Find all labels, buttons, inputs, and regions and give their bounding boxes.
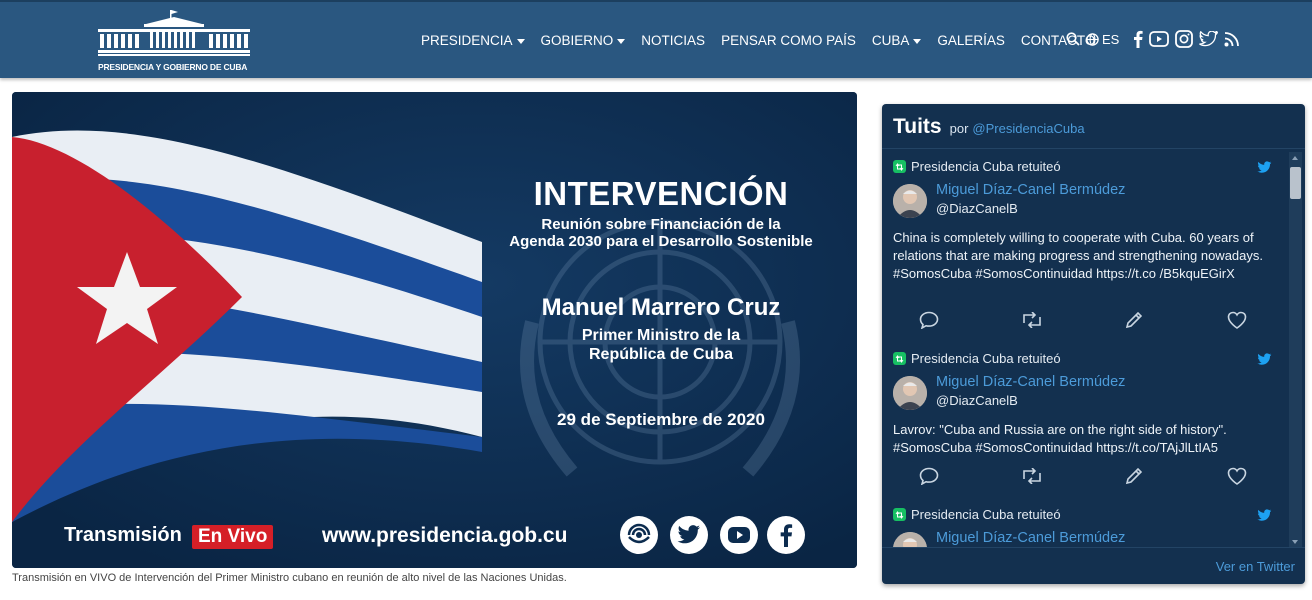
tweet-item[interactable]: Presidencia Cuba retuiteó Miguel Díaz-Ca… [882, 159, 1286, 339]
retweet-label-text: Presidencia Cuba retuiteó [911, 159, 1061, 174]
tweet-actions [918, 309, 1248, 331]
banner-speaker-name: Manuel Marrero Cruz [541, 294, 781, 321]
nav-item-label: PENSAR COMO PAÍS [721, 32, 856, 48]
retweet-icon [893, 352, 906, 365]
twitter-bird-icon[interactable] [1257, 161, 1272, 179]
banner-subtitle-line1: Reunión sobre Financiación de la [541, 216, 781, 233]
retweet-label: Presidencia Cuba retuiteó [893, 351, 1061, 366]
retweet-icon [893, 160, 906, 173]
nav-item-label: CUBA [871, 32, 910, 48]
nav-item-label: NOTICIAS [641, 32, 706, 48]
banner-url: www.presidencia.gob.cu [322, 524, 568, 547]
tweet-feed[interactable]: Presidencia Cuba retuiteó Miguel Díaz-Ca… [882, 148, 1305, 548]
tweet-text: China is completely willing to cooperate… [893, 230, 1263, 281]
twitter-icon[interactable] [1199, 31, 1219, 47]
nav-item-presidencia[interactable]: PRESIDENCIA [421, 33, 525, 48]
retweet-icon [893, 508, 906, 521]
banner-speaker-role: Primer Ministro de la República de Cuba [476, 326, 846, 364]
edit-pencil-icon[interactable] [1123, 465, 1145, 487]
rss-icon[interactable] [1224, 31, 1240, 47]
site-logo[interactable]: PRESIDENCIA Y GOBIERNO DE CUBA [98, 10, 250, 72]
caret-down-icon [516, 38, 525, 44]
nav-item-label: GALERÍAS [937, 32, 1005, 48]
twitter-bird-icon[interactable] [1257, 353, 1272, 371]
retweet-label-text: Presidencia Cuba retuiteó [911, 351, 1061, 366]
twitter-timeline-widget: Tuits por @PresidenciaCuba Presidencia C… [882, 104, 1305, 584]
nav-item-label: GOBIERNO [540, 32, 614, 48]
avatar[interactable] [893, 532, 927, 548]
twitter-widget-title: Tuits [893, 115, 942, 138]
view-on-twitter-link[interactable]: Ver en Twitter [1216, 559, 1295, 574]
scrollbar-thumb[interactable] [1290, 167, 1301, 199]
retweet-label: Presidencia Cuba retuiteó [893, 159, 1061, 174]
tweet-username[interactable]: @DiazCanelB [936, 201, 1018, 216]
twitter-bird-icon[interactable] [1257, 509, 1272, 527]
scroll-up-arrow-icon[interactable] [1292, 156, 1298, 160]
live-badge: En Vivo [192, 525, 274, 549]
nav-item-noticias[interactable]: NOTICIAS [641, 33, 705, 48]
nav-item-cuba[interactable]: CUBA [872, 33, 922, 48]
twitter-icon [670, 516, 708, 554]
nav-item-galerias[interactable]: GALERÍAS [937, 33, 1005, 48]
widget-divider [882, 547, 1305, 548]
tweet-item[interactable]: Presidencia Cuba retuiteó Miguel Díaz-Ca… [882, 507, 1286, 548]
nav-item-label: PRESIDENCIA [421, 32, 513, 48]
retweet-icon[interactable] [1021, 465, 1043, 487]
like-heart-icon[interactable] [1226, 309, 1248, 331]
retweet-label: Presidencia Cuba retuiteó [893, 507, 1061, 522]
facebook-icon [767, 516, 805, 554]
youtube-icon [720, 516, 758, 554]
featured-banner[interactable]: INTERVENCIÓN Reunión sobre Financiación … [12, 92, 857, 568]
reply-icon[interactable] [918, 465, 940, 487]
tweet-author[interactable]: Miguel Díaz-Canel Bermúdez [936, 182, 1125, 198]
banner-caption: Transmisión en VIVO de Intervención del … [12, 572, 567, 584]
retweet-label-text: Presidencia Cuba retuiteó [911, 507, 1061, 522]
caret-down-icon [913, 38, 922, 44]
radio-signal-icon [620, 516, 658, 554]
facebook-icon[interactable] [1133, 30, 1143, 48]
banner-transmission-label: Transmisión [64, 524, 182, 546]
banner-role-line2: República de Cuba [588, 346, 734, 363]
globe-icon [1086, 32, 1099, 46]
twitter-widget-header: Tuits por @PresidenciaCuba [893, 115, 1085, 139]
caret-down-icon [617, 38, 626, 44]
site-header: PRESIDENCIA Y GOBIERNO DE CUBA PRESIDENC… [0, 0, 1312, 78]
main-nav: PRESIDENCIA GOBIERNO NOTICIAS PENSAR COM… [421, 31, 1111, 49]
banner-subtitle: Reunión sobre Financiación de la Agenda … [476, 216, 846, 250]
instagram-icon[interactable] [1175, 30, 1194, 48]
language-selector[interactable]: ES [1086, 32, 1119, 47]
nav-item-pensar-como-pais[interactable]: PENSAR COMO PAÍS [721, 33, 856, 48]
palace-logo-icon [98, 10, 250, 56]
edit-pencil-icon[interactable] [1123, 309, 1145, 331]
banner-title: INTERVENCIÓN [533, 175, 789, 212]
reply-icon[interactable] [918, 309, 940, 331]
tweet-author[interactable]: Miguel Díaz-Canel Bermúdez [936, 374, 1125, 390]
banner-date: 29 de Septiembre de 2020 [557, 410, 765, 429]
tweet-item[interactable]: Presidencia Cuba retuiteó Miguel Díaz-Ca… [882, 351, 1286, 501]
avatar[interactable] [893, 184, 927, 218]
retweet-icon[interactable] [1021, 309, 1043, 331]
scroll-down-arrow-icon[interactable] [1292, 540, 1298, 544]
search-icon[interactable] [1066, 32, 1080, 46]
youtube-icon[interactable] [1149, 31, 1170, 47]
twitter-handle-link[interactable]: @PresidenciaCuba [972, 121, 1084, 136]
banner-role-line1: Primer Ministro de la [581, 327, 741, 344]
language-label: ES [1102, 31, 1120, 47]
banner-subtitle-line2: Agenda 2030 para el Desarrollo Sostenibl… [509, 233, 813, 250]
avatar[interactable] [893, 376, 927, 410]
tweet-actions [918, 465, 1248, 487]
tweet-author[interactable]: Miguel Díaz-Canel Bermúdez [936, 530, 1125, 546]
twitter-widget-by: por [949, 121, 969, 136]
tweet-feed-scrollbar[interactable] [1289, 152, 1302, 548]
header-icons: ES [1066, 28, 1246, 50]
nav-item-gobierno[interactable]: GOBIERNO [541, 33, 626, 48]
site-logo-text: PRESIDENCIA Y GOBIERNO DE CUBA [98, 62, 248, 72]
tweet-text: Lavrov: "Cuba and Russia are on the righ… [893, 422, 1227, 455]
tweet-username[interactable]: @DiazCanelB [936, 393, 1018, 408]
like-heart-icon[interactable] [1226, 465, 1248, 487]
